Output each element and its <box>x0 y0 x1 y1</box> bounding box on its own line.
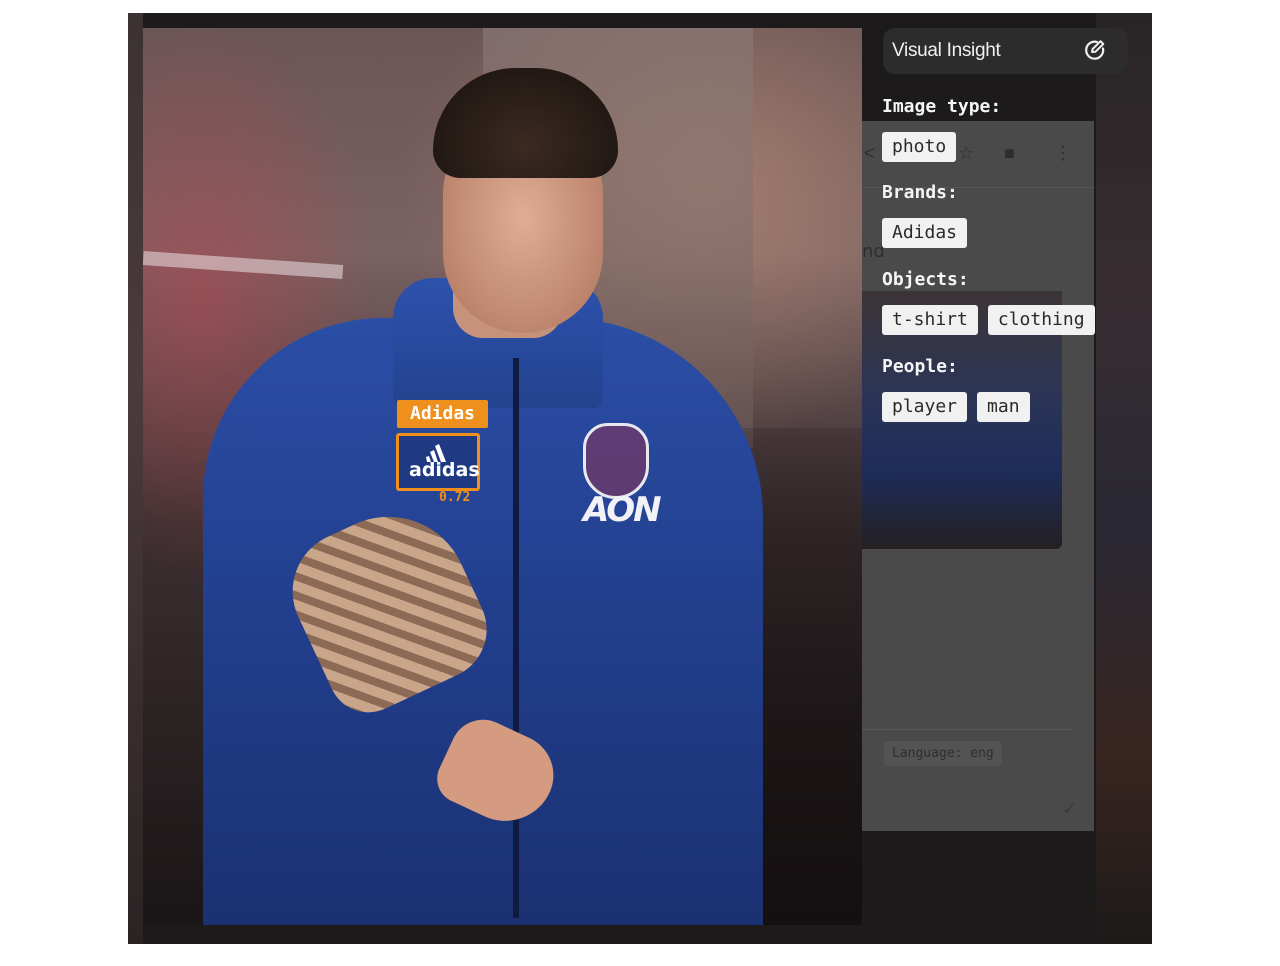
objects-label: Objects: <box>882 269 969 290</box>
tag-chip[interactable]: Adidas <box>882 218 968 248</box>
photo-zipper <box>513 358 519 918</box>
star-icon: ☆ <box>958 143 975 163</box>
objects-tags: t-shirt clothing <box>882 305 1095 335</box>
photo-background-window <box>143 251 344 279</box>
brands-tags: Adidas <box>882 218 968 248</box>
language-badge: Language: eng <box>884 741 1002 766</box>
tag-chip[interactable]: player <box>882 392 968 422</box>
people-tags: player man <box>882 392 1030 422</box>
brands-label: Brands: <box>882 182 958 203</box>
detection-score: 0.72 <box>439 490 471 505</box>
check-icon: ✓ <box>1062 799 1078 819</box>
adidas-logo-text: adidas <box>409 459 480 481</box>
club-crest <box>583 423 649 499</box>
analyzed-photo: AON Adidas adidas 0.72 <box>143 28 862 925</box>
share-icon: < <box>864 143 875 163</box>
tag-chip[interactable]: man <box>977 392 1030 422</box>
panel-title: Visual Insight <box>892 40 1001 61</box>
more-icon: ⋮ <box>1054 143 1072 163</box>
detection-box[interactable]: adidas <box>396 433 480 491</box>
divider <box>862 729 1072 730</box>
people-label: People: <box>882 356 958 377</box>
adidas-stripes-icon <box>426 444 446 462</box>
image-type-label: Image type: <box>882 96 1002 117</box>
edit-check-icon[interactable] <box>1084 39 1106 61</box>
tag-chip[interactable]: t-shirt <box>882 305 978 335</box>
trash-icon: ■ <box>1004 143 1015 163</box>
background-blur-right <box>1096 13 1152 944</box>
image-type-tags: photo <box>882 132 957 162</box>
tag-chip[interactable]: clothing <box>987 305 1095 335</box>
tag-chip[interactable]: photo <box>882 132 957 162</box>
sponsor-logo: AON <box>583 490 662 530</box>
detection-label[interactable]: Adidas <box>397 400 489 428</box>
background-blur-left <box>128 13 143 944</box>
app-frame: < ☆ ■ ⋮ nd Language: eng ✓ AON Adidas ad… <box>128 13 1152 944</box>
visual-insight-header: Visual Insight <box>883 28 1128 74</box>
adidas-logo: adidas <box>409 442 480 482</box>
